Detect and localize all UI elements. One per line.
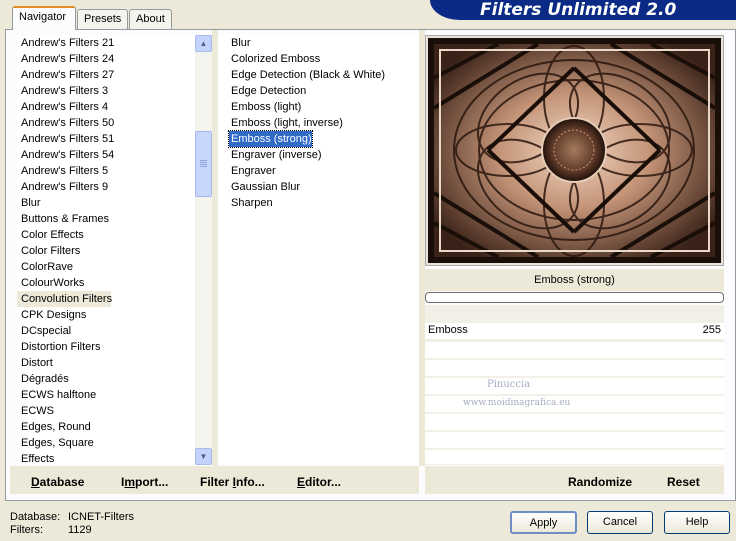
status-database-value: ICNET-Filters: [68, 511, 134, 523]
filter-item[interactable]: Edge Detection: [229, 83, 306, 99]
category-scrollbar[interactable]: ▲ ▼: [195, 35, 212, 465]
filter-list[interactable]: Blur Colorized Emboss Edge Detection (Blac…: [218, 35, 419, 465]
scroll-thumb[interactable]: [195, 131, 212, 197]
parameter-value: 255: [702, 324, 721, 336]
status-database: Database: ICNET-Filters: [10, 511, 134, 523]
filter-item[interactable]: Sharpen: [229, 195, 273, 211]
parameter-row: [425, 432, 724, 448]
filter-item[interactable]: Edge Detection (Black & White): [229, 67, 385, 83]
help-button[interactable]: Help: [664, 511, 730, 534]
status-filters-value: 1129: [68, 524, 92, 536]
tab-presets[interactable]: Presets: [77, 9, 128, 29]
tab-navigator[interactable]: Navigator: [12, 6, 76, 30]
filter-item[interactable]: Emboss (light): [229, 99, 301, 115]
cancel-button[interactable]: Cancel: [587, 511, 653, 534]
category-item[interactable]: Edges, Round: [17, 419, 195, 435]
category-item[interactable]: Color Effects: [17, 227, 195, 243]
category-item[interactable]: CPK Designs: [17, 307, 195, 323]
filter-item[interactable]: Emboss (strong): [228, 130, 313, 148]
parameter-label: Emboss: [428, 324, 468, 336]
status-filters-label: Filters:: [10, 524, 43, 536]
category-item[interactable]: Edges, Square: [17, 435, 195, 451]
scroll-up-button[interactable]: ▲: [195, 35, 212, 52]
status-filters: Filters: 1129: [10, 524, 92, 536]
filter-item[interactable]: Engraver (inverse): [229, 147, 321, 163]
category-item[interactable]: ECWS halftone: [17, 387, 195, 403]
parameter-row: [425, 378, 724, 394]
randomize-button[interactable]: Randomize: [568, 475, 632, 489]
category-item[interactable]: Dégradés: [17, 371, 195, 387]
scroll-down-button[interactable]: ▼: [195, 448, 212, 465]
category-item[interactable]: Andrew's Filters 51: [17, 131, 195, 147]
import-button[interactable]: Import...: [121, 475, 168, 489]
parameter-row: [425, 360, 724, 376]
category-item[interactable]: Andrew's Filters 3: [17, 83, 195, 99]
category-item[interactable]: Effects: [17, 451, 195, 465]
progress-bar: [425, 292, 724, 303]
parameter-row: [425, 342, 724, 358]
category-item[interactable]: Andrew's Filters 27: [17, 67, 195, 83]
category-item[interactable]: ECWS: [17, 403, 195, 419]
category-item[interactable]: ColourWorks: [17, 275, 195, 291]
preview-artwork: [428, 38, 721, 263]
preview-filter-name: Emboss (strong): [425, 269, 724, 291]
parameter-row-emboss[interactable]: Emboss 255: [425, 323, 724, 339]
category-item[interactable]: Andrew's Filters 24: [17, 51, 195, 67]
filter-item[interactable]: Emboss (light, inverse): [229, 115, 343, 131]
filter-item[interactable]: Gaussian Blur: [229, 179, 300, 195]
category-item[interactable]: Andrew's Filters 21: [17, 35, 195, 51]
category-item[interactable]: Convolution Filters: [17, 291, 112, 307]
category-item[interactable]: Distort: [17, 355, 195, 371]
apply-button[interactable]: Apply: [510, 511, 577, 534]
filter-info-button[interactable]: Filter Info...: [200, 475, 265, 489]
category-item[interactable]: Andrew's Filters 5: [17, 163, 195, 179]
tab-about[interactable]: About: [129, 9, 172, 29]
editor-button[interactable]: Editor...: [297, 475, 341, 489]
filter-item[interactable]: Blur: [229, 35, 251, 51]
category-item[interactable]: Blur: [17, 195, 195, 211]
filter-item[interactable]: Engraver: [229, 163, 276, 179]
parameter-row: [425, 450, 724, 464]
preview-image: [425, 35, 724, 266]
watermark-name: Pinuccia: [487, 379, 531, 390]
database-button[interactable]: Database: [31, 475, 84, 489]
filter-item[interactable]: Colorized Emboss: [229, 51, 320, 67]
category-item[interactable]: DCspecial: [17, 323, 195, 339]
chevron-up-icon: ▲: [199, 39, 208, 48]
category-item[interactable]: Andrew's Filters 54: [17, 147, 195, 163]
watermark-url: www.moidinagrafica.eu: [463, 398, 571, 408]
category-item[interactable]: Andrew's Filters 50: [17, 115, 195, 131]
status-database-label: Database:: [10, 511, 61, 523]
category-list[interactable]: Andrew's Filters 21 Andrew's Filters 24 An…: [17, 35, 195, 465]
reset-button[interactable]: Reset: [667, 475, 700, 489]
category-item[interactable]: Color Filters: [17, 243, 195, 259]
chevron-down-icon: ▼: [199, 452, 208, 461]
filters-unlimited-banner: Filters Unlimited 2.0: [430, 0, 736, 20]
category-item[interactable]: Andrew's Filters 9: [17, 179, 195, 195]
parameter-row: [425, 414, 724, 430]
category-item[interactable]: ColorRave: [17, 259, 195, 275]
category-item[interactable]: Distortion Filters: [17, 339, 195, 355]
category-item[interactable]: Andrew's Filters 4: [17, 99, 195, 115]
category-item[interactable]: Buttons & Frames: [17, 211, 195, 227]
grip-icon: [200, 160, 207, 168]
